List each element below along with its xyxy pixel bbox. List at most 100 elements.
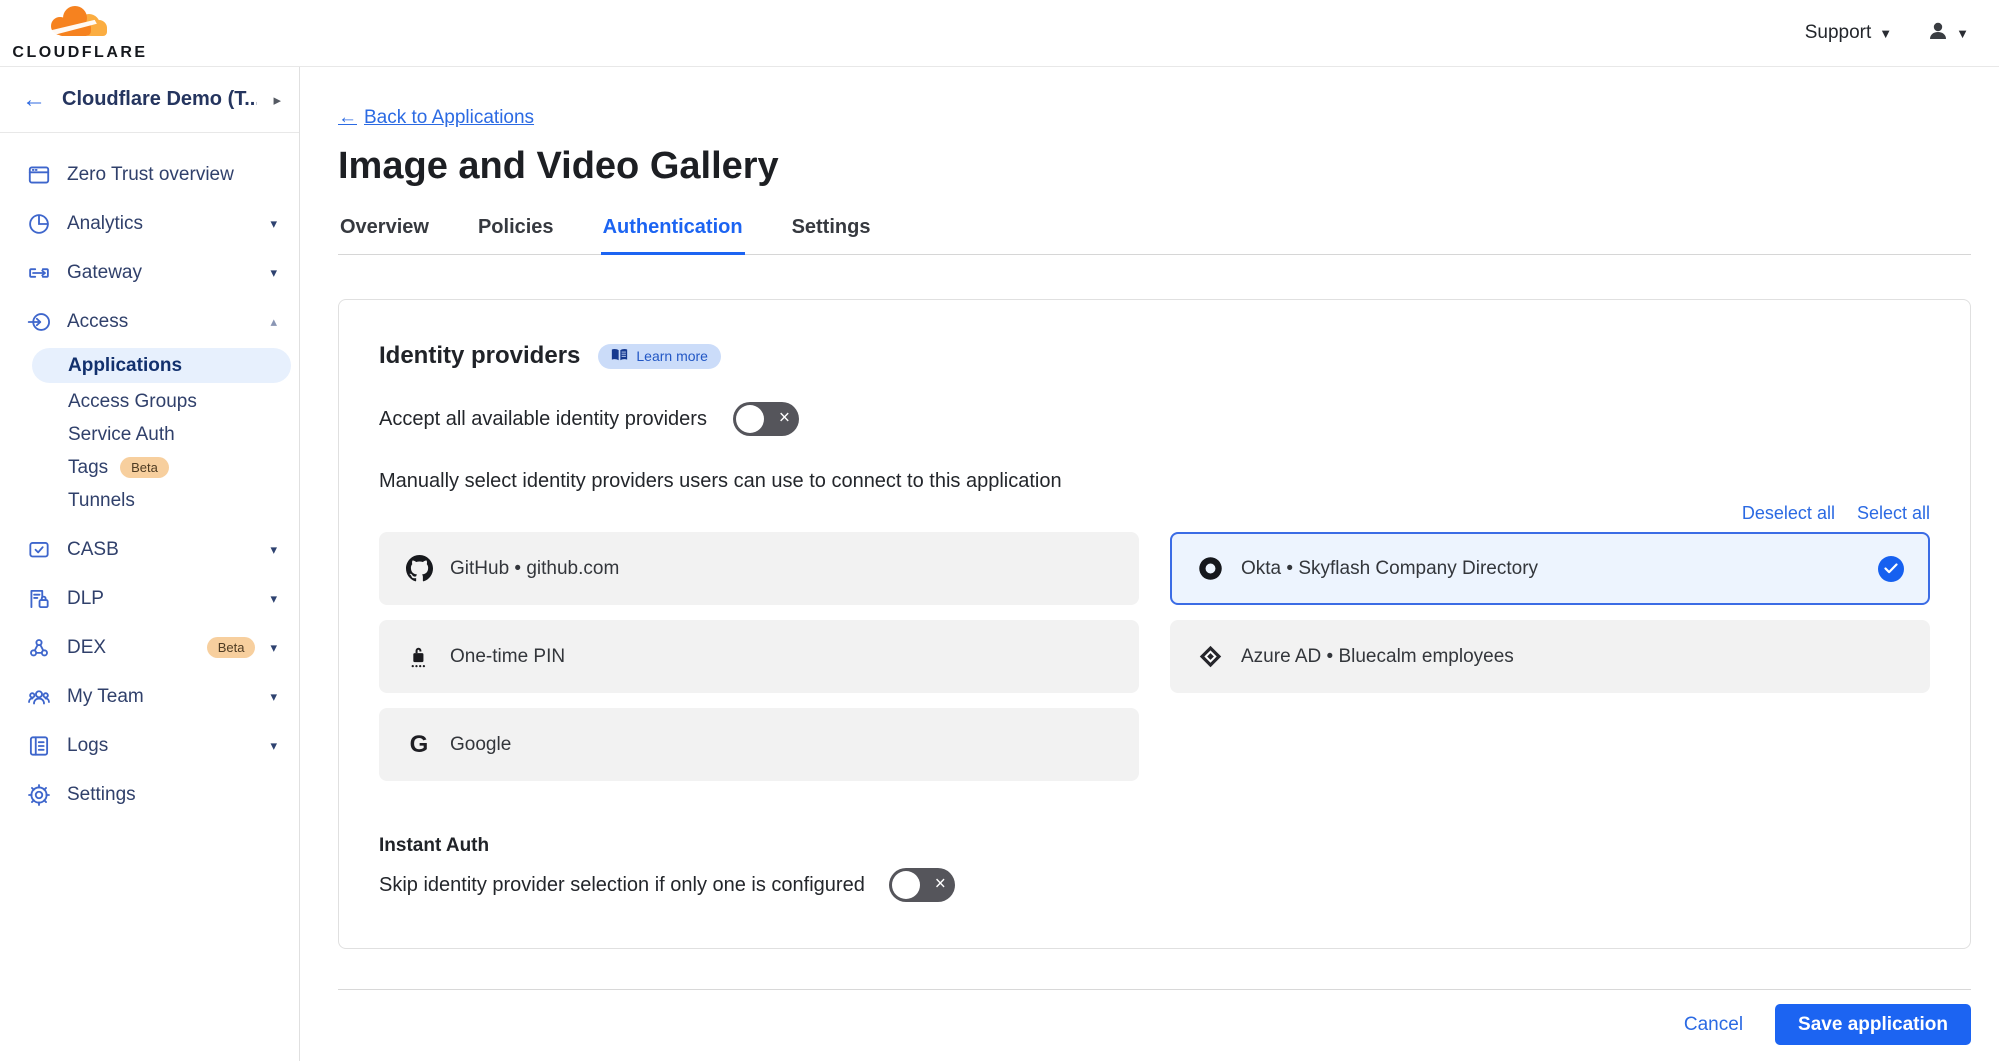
- provider-label: GitHub • github.com: [450, 558, 619, 580]
- sidebar-item-gateway[interactable]: Gateway ▾: [0, 248, 299, 297]
- casb-icon: [25, 537, 52, 563]
- azure-ad-icon: [1196, 643, 1224, 670]
- provider-grid: GitHub • github.com Okta • Skyflash Comp…: [379, 532, 1930, 781]
- sidebar-item-label: Applications: [68, 355, 182, 377]
- tab-settings[interactable]: Settings: [790, 210, 873, 254]
- chevron-down-icon: ▼: [1879, 26, 1892, 41]
- chevron-down-icon: ▼: [1956, 26, 1969, 41]
- sidebar-item-label: CASB: [67, 539, 255, 561]
- accept-all-toggle[interactable]: ×: [733, 402, 799, 436]
- chevron-down-icon: ▾: [270, 738, 277, 754]
- instant-auth-heading: Instant Auth: [379, 835, 1930, 857]
- sidebar-account-header: ← Cloudflare Demo (T... ▸: [0, 67, 299, 133]
- sidebar-item-access-groups[interactable]: Access Groups: [0, 385, 299, 418]
- back-to-applications-link[interactable]: ← Back to Applications: [338, 107, 534, 129]
- analytics-icon: [25, 211, 52, 237]
- toggle-off-x-icon: ×: [779, 409, 790, 428]
- beta-badge: Beta: [207, 637, 256, 658]
- okta-icon: [1196, 555, 1224, 582]
- provider-tile-okta[interactable]: Okta • Skyflash Company Directory: [1170, 532, 1930, 605]
- provider-label: Google: [450, 734, 511, 756]
- chevron-right-icon[interactable]: ▸: [273, 91, 281, 109]
- save-application-button[interactable]: Save application: [1775, 1004, 1971, 1045]
- logo-wordmark: CLOUDFLARE: [12, 44, 147, 62]
- access-subnav: Applications Access Groups Service Auth …: [0, 348, 299, 517]
- user-icon: [1926, 19, 1950, 48]
- access-icon: [25, 309, 52, 335]
- footer-divider: [338, 989, 1971, 990]
- tab-overview[interactable]: Overview: [338, 210, 431, 254]
- sidebar-item-label: Settings: [67, 784, 277, 806]
- sidebar-item-label: Service Auth: [68, 424, 175, 446]
- sidebar-item-tags[interactable]: Tags Beta: [0, 451, 299, 484]
- tab-bar: Overview Policies Authentication Setting…: [338, 210, 1971, 255]
- sidebar-item-zero-trust-overview[interactable]: Zero Trust overview: [0, 150, 299, 199]
- provider-label: Azure AD • Bluecalm employees: [1241, 646, 1514, 668]
- sidebar-item-tunnels[interactable]: Tunnels: [0, 484, 299, 517]
- sidebar-item-label: Tunnels: [68, 490, 135, 512]
- page-title: Image and Video Gallery: [338, 145, 1971, 188]
- tab-policies[interactable]: Policies: [476, 210, 556, 254]
- provider-tile-github[interactable]: GitHub • github.com: [379, 532, 1139, 605]
- sidebar-item-analytics[interactable]: Analytics ▾: [0, 199, 299, 248]
- beta-badge: Beta: [120, 457, 169, 478]
- sidebar-item-dlp[interactable]: DLP ▾: [0, 574, 299, 623]
- select-all-link[interactable]: Select all: [1857, 503, 1930, 524]
- identity-providers-card: Identity providers Learn more Accept all…: [338, 299, 1971, 949]
- sidebar-item-settings[interactable]: Settings: [0, 770, 299, 819]
- learn-more-badge[interactable]: Learn more: [598, 344, 721, 369]
- instant-auth-label: Skip identity provider selection if only…: [379, 874, 865, 897]
- sidebar-item-applications[interactable]: Applications: [32, 348, 291, 383]
- one-time-pin-icon: [405, 643, 433, 670]
- gateway-icon: [25, 260, 52, 286]
- toggle-knob: [892, 871, 920, 899]
- sidebar-item-label: DLP: [67, 588, 255, 610]
- sidebar-item-label: Zero Trust overview: [67, 164, 277, 186]
- logs-icon: [25, 733, 52, 759]
- back-arrow-icon: ←: [338, 107, 357, 129]
- overview-icon: [25, 162, 52, 188]
- chevron-up-icon: ▴: [270, 314, 277, 330]
- chevron-down-icon: ▾: [270, 689, 277, 705]
- user-account-menu[interactable]: ▼: [1926, 19, 1969, 48]
- chevron-down-icon: ▾: [270, 591, 277, 607]
- select-links: Deselect all Select all: [379, 503, 1930, 524]
- book-icon: [611, 348, 628, 365]
- chevron-down-icon: ▾: [270, 542, 277, 558]
- provider-tile-azure-ad[interactable]: Azure AD • Bluecalm employees: [1170, 620, 1930, 693]
- chevron-down-icon: ▾: [270, 640, 277, 656]
- sidebar-item-access[interactable]: Access ▴: [0, 297, 299, 346]
- deselect-all-link[interactable]: Deselect all: [1742, 503, 1835, 524]
- gear-icon: [25, 782, 52, 808]
- sidebar-item-logs[interactable]: Logs ▾: [0, 721, 299, 770]
- chevron-down-icon: ▾: [270, 265, 277, 281]
- sidebar-item-dex[interactable]: DEX Beta ▾: [0, 623, 299, 672]
- sidebar: ← Cloudflare Demo (T... ▸ Zero Trust ove…: [0, 67, 300, 1061]
- dex-icon: [25, 635, 52, 661]
- cancel-button[interactable]: Cancel: [1684, 1014, 1743, 1036]
- provider-label: Okta • Skyflash Company Directory: [1241, 558, 1538, 580]
- sidebar-item-label: Gateway: [67, 262, 255, 284]
- provider-tile-one-time-pin[interactable]: One-time PIN: [379, 620, 1139, 693]
- team-icon: [25, 684, 52, 710]
- main-content: ← Back to Applications Image and Video G…: [300, 67, 1999, 1061]
- sidebar-item-label: Logs: [67, 735, 255, 757]
- account-name: Cloudflare Demo (T...: [62, 88, 257, 111]
- dlp-icon: [25, 586, 52, 612]
- instant-auth-toggle[interactable]: ×: [889, 868, 955, 902]
- accept-all-label: Accept all available identity providers: [379, 408, 707, 431]
- sidebar-item-label: DEX: [67, 637, 180, 659]
- sidebar-nav: Zero Trust overview Analytics ▾: [0, 133, 299, 819]
- tab-authentication[interactable]: Authentication: [601, 210, 745, 255]
- cloudflare-logo[interactable]: CLOUDFLARE: [14, 4, 146, 62]
- sidebar-item-service-auth[interactable]: Service Auth: [0, 418, 299, 451]
- sidebar-item-my-team[interactable]: My Team ▾: [0, 672, 299, 721]
- topbar-right: Support ▼ ▼: [1805, 19, 1969, 48]
- support-label: Support: [1805, 22, 1872, 44]
- support-menu[interactable]: Support ▼: [1805, 22, 1892, 44]
- back-arrow-icon[interactable]: ←: [22, 88, 46, 112]
- provider-tile-google[interactable]: G Google: [379, 708, 1139, 781]
- sidebar-item-casb[interactable]: CASB ▾: [0, 525, 299, 574]
- google-icon: G: [405, 731, 433, 759]
- toggle-off-x-icon: ×: [935, 875, 946, 894]
